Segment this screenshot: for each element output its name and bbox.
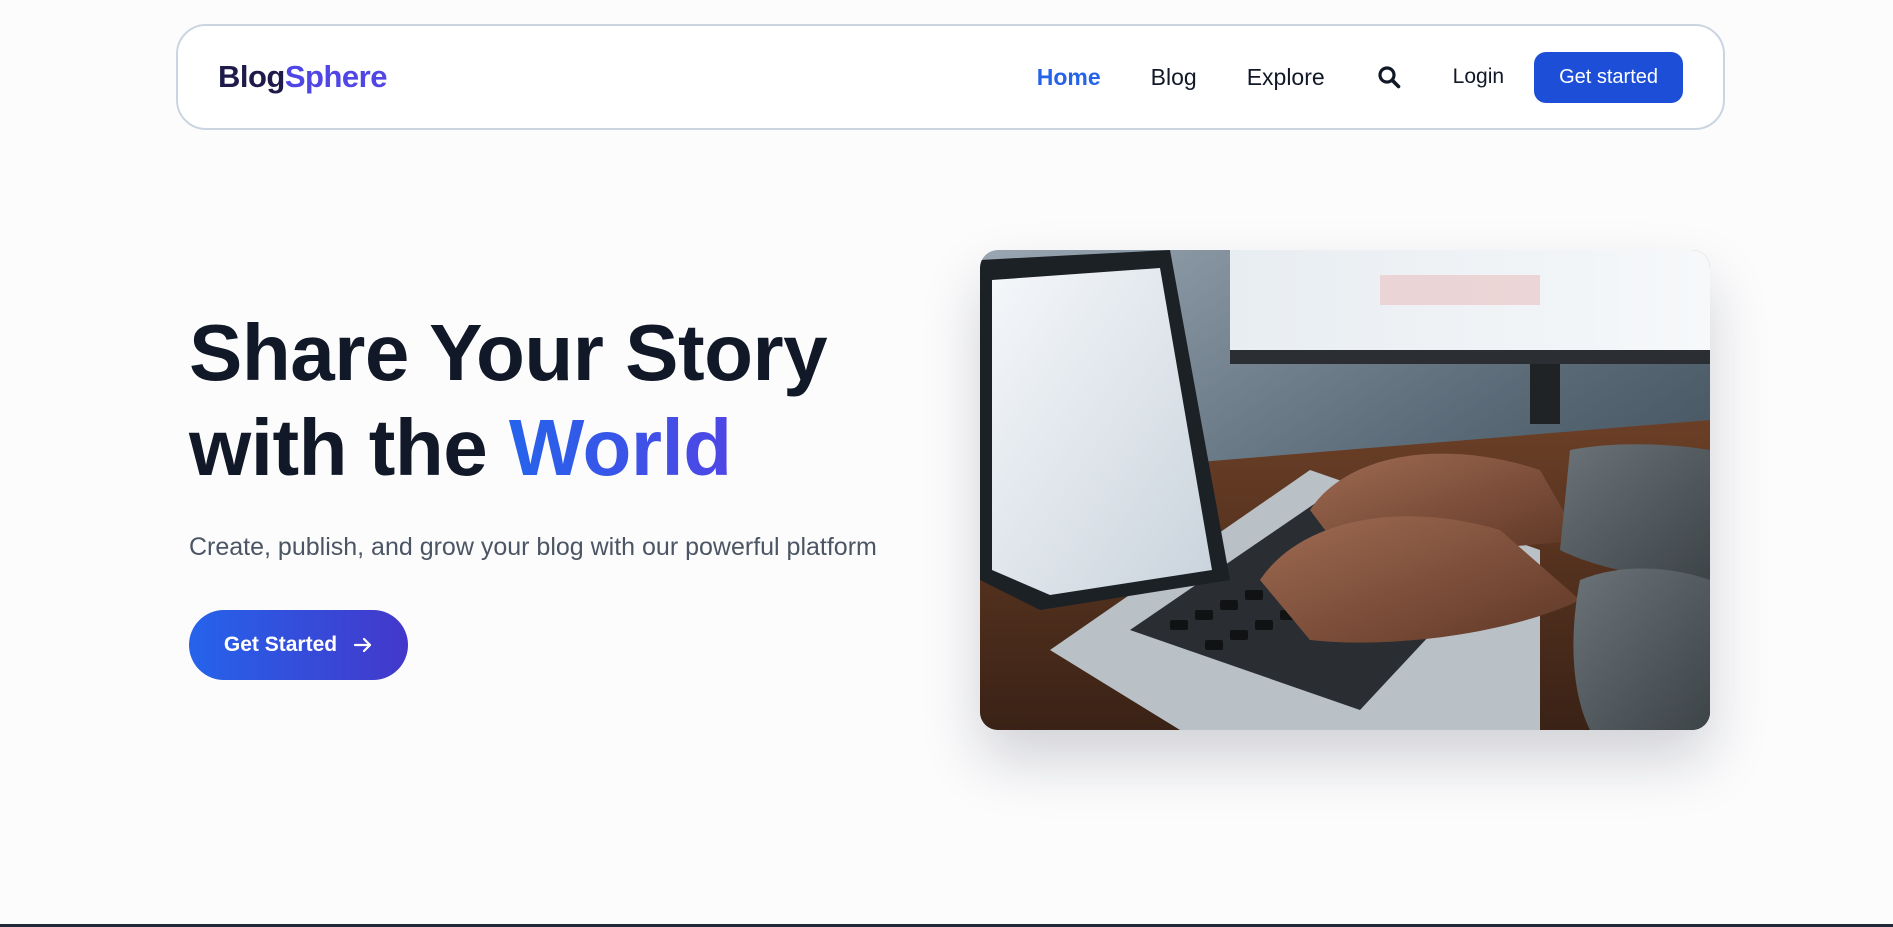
hero-title-line1: Share Your Story (189, 308, 828, 397)
nav-link-explore[interactable]: Explore (1247, 64, 1325, 91)
brand-logo-part2: Sphere (284, 59, 388, 94)
arrow-right-icon (353, 637, 372, 653)
brand-logo-part1: Blog (218, 59, 285, 94)
hero-cta-label: Get Started (223, 633, 338, 656)
brand-logo[interactable]: BlogSphere (218, 59, 387, 95)
hero-image (980, 250, 1710, 730)
hero-title: Share Your Story with the World (189, 305, 828, 495)
page: BlogSphere Home Blog Explore Login Get s… (0, 0, 1893, 927)
nav-link-home[interactable]: Home (1037, 64, 1101, 91)
hero-title-accent: World (508, 403, 732, 492)
hero-title-line2-prefix: with the (189, 403, 509, 492)
get-started-nav-button[interactable]: Get started (1534, 51, 1683, 103)
nav-menu: Home Blog Explore Login Get started (1037, 51, 1683, 103)
navbar: BlogSphere Home Blog Explore Login Get s… (176, 24, 1725, 130)
search-icon[interactable] (1375, 63, 1403, 91)
hero-subtitle: Create, publish, and grow your blog with… (189, 533, 877, 561)
get-started-hero-button[interactable]: Get Started (189, 610, 408, 680)
nav-link-blog[interactable]: Blog (1151, 64, 1197, 91)
login-link[interactable]: Login (1453, 65, 1504, 89)
